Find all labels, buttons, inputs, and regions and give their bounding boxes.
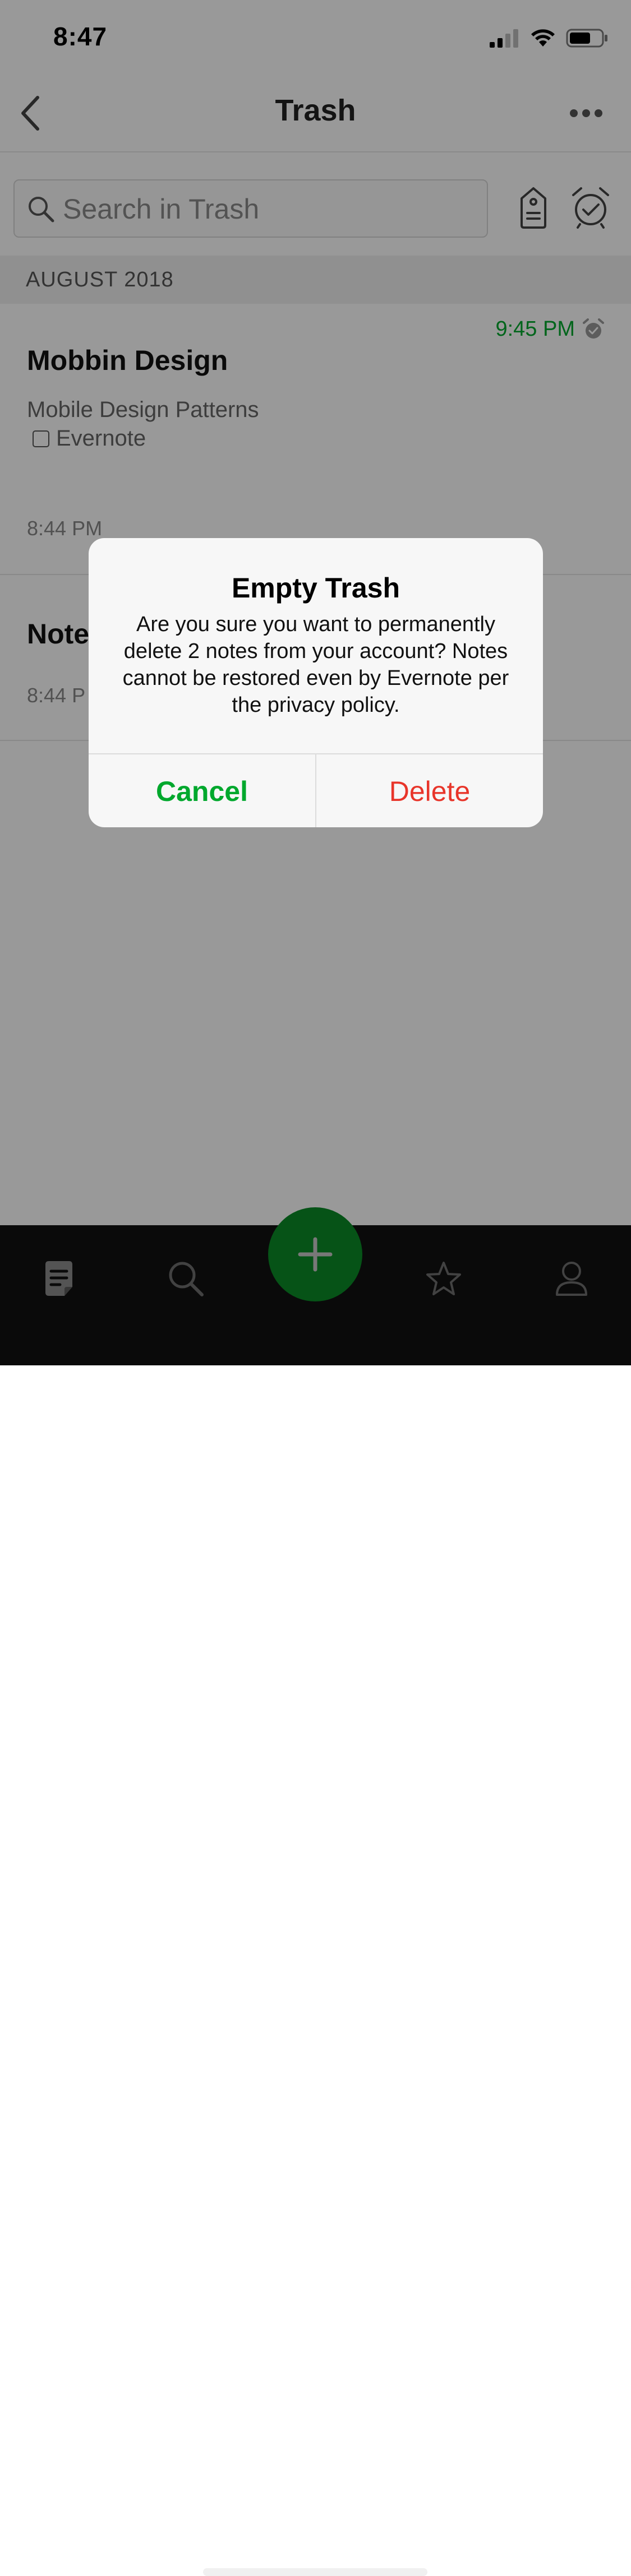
cancel-button[interactable]: Cancel bbox=[89, 754, 316, 827]
empty-trash-dialog: Empty Trash Are you sure you want to per… bbox=[89, 538, 543, 827]
trash-screen: 8:47 Trash Search in Trash AUGUST 2018 9… bbox=[0, 0, 631, 2576]
delete-button[interactable]: Delete bbox=[316, 754, 543, 827]
dialog-buttons: Cancel Delete bbox=[89, 753, 543, 827]
home-indicator bbox=[203, 2568, 427, 2576]
dialog-message: Are you sure you want to permanently del… bbox=[122, 613, 509, 717]
dialog-title: Empty Trash bbox=[231, 572, 400, 604]
